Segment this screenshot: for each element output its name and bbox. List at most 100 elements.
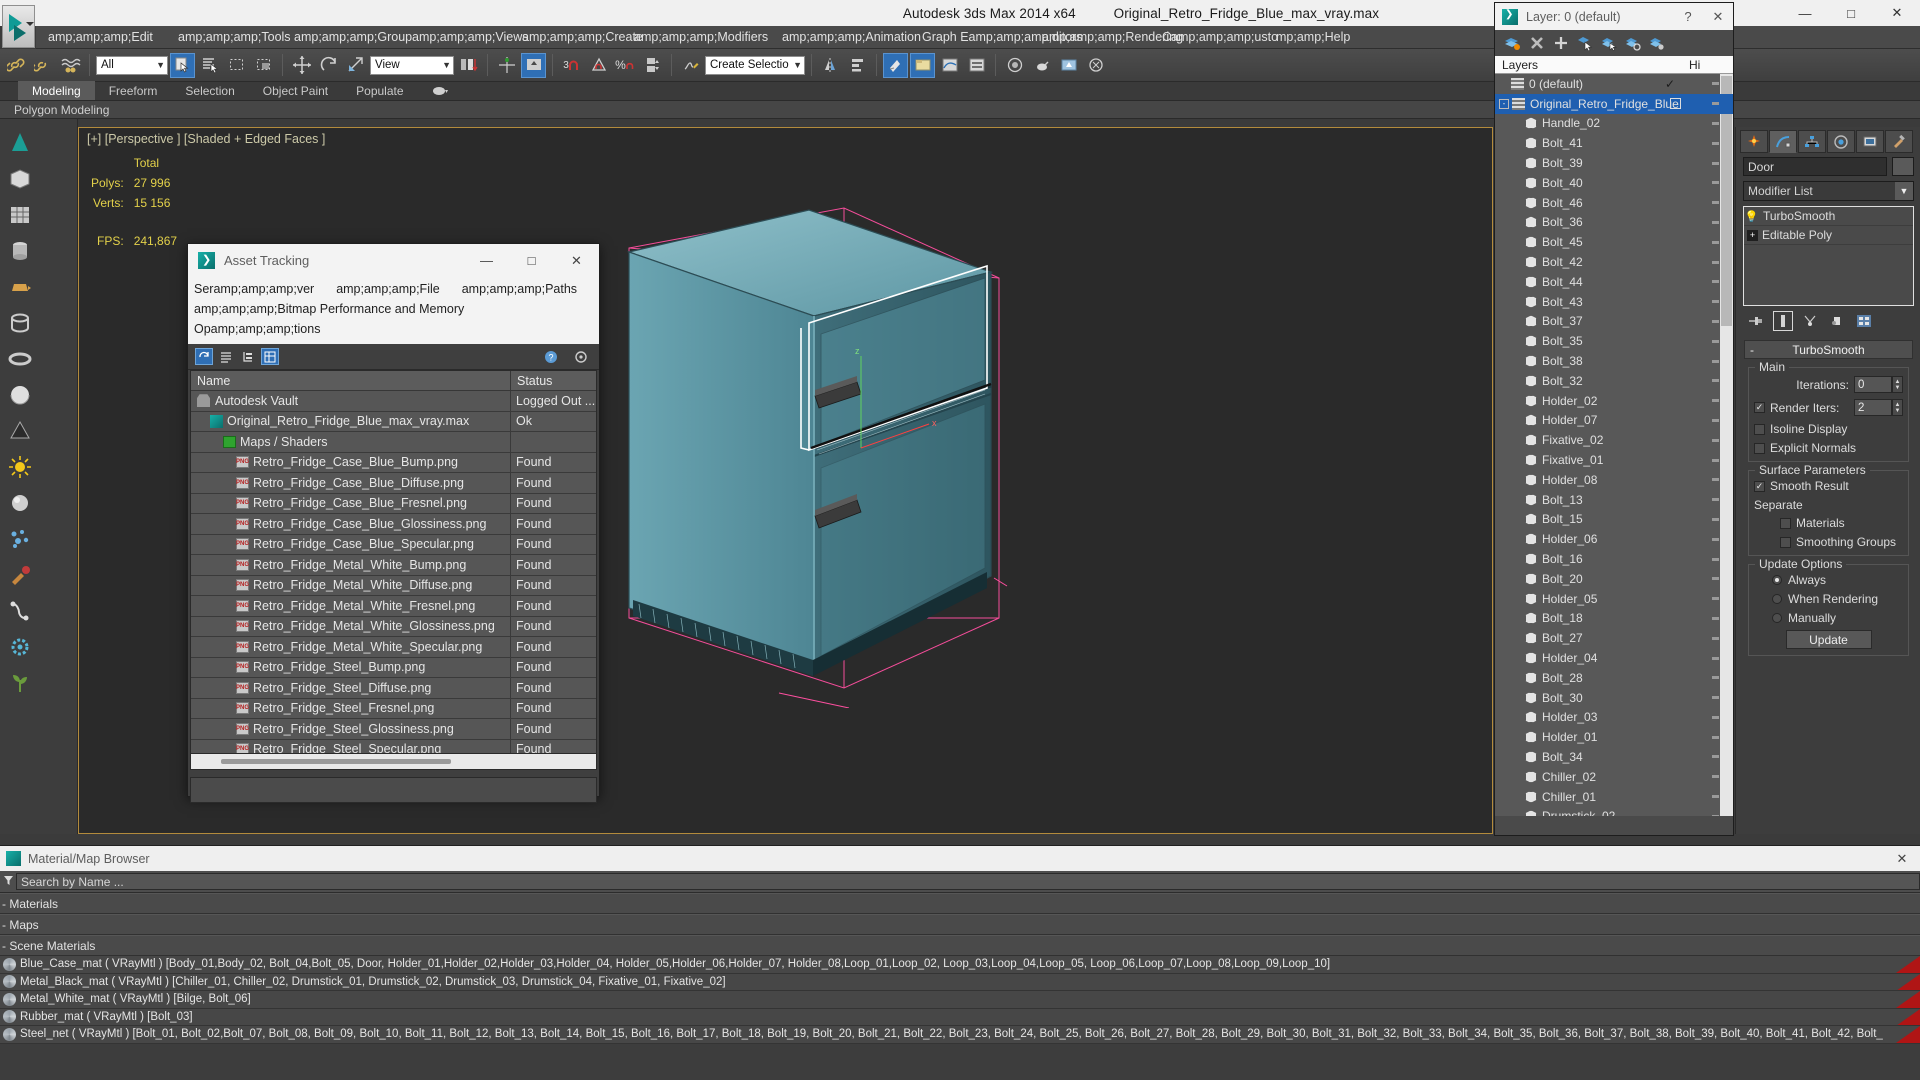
remove-modifier-icon[interactable] <box>1827 311 1847 331</box>
hide-column-cell[interactable] <box>1712 181 1719 185</box>
current-layer-check-icon[interactable]: ✓ <box>1665 77 1675 91</box>
light-icon[interactable] <box>5 452 35 482</box>
hide-column-cell[interactable] <box>1712 557 1719 561</box>
bind-spacewarp-icon[interactable] <box>58 53 83 78</box>
settings-icon[interactable] <box>572 348 590 365</box>
viewport-label[interactable]: [+] [Perspective ] [Shaded + Edged Faces… <box>87 132 325 146</box>
chevron-down-icon[interactable] <box>26 22 34 26</box>
asset-table-row[interactable]: PNG Retro_Fridge_Case_Blue_Bump.png Found <box>191 452 596 473</box>
layer-row[interactable]: Bolt_28 <box>1495 668 1733 688</box>
asset-tracking-minimize-button[interactable]: — <box>464 244 509 277</box>
modifier-stack-item-editable-poly[interactable]: + Editable Poly <box>1744 226 1913 245</box>
filter-icon[interactable] <box>0 875 16 889</box>
use-pivot-center-icon[interactable] <box>456 53 481 78</box>
layer-row[interactable]: Drumstick_02 <box>1495 806 1733 816</box>
schematic-view-icon[interactable] <box>964 53 989 78</box>
scrollbar-thumb[interactable] <box>221 759 451 764</box>
layer-row[interactable]: Bolt_18 <box>1495 609 1733 629</box>
section-materials[interactable]: - Materials <box>0 893 1920 914</box>
hide-column-cell[interactable] <box>1712 82 1719 86</box>
layer-row[interactable]: Holder_08 <box>1495 470 1733 490</box>
select-and-manipulate-icon[interactable] <box>521 52 546 78</box>
refresh-icon[interactable] <box>195 348 213 365</box>
select-and-rotate-icon[interactable] <box>316 53 341 78</box>
hide-column-cell[interactable] <box>1712 359 1719 363</box>
asset-table-row[interactable]: PNG Retro_Fridge_Case_Blue_Glossiness.png… <box>191 514 596 535</box>
iterations-input[interactable]: 0 <box>1854 376 1892 393</box>
render-iters-spinner[interactable]: ▲ ▼ <box>1892 399 1903 416</box>
column-header-layers[interactable]: Layers <box>1495 58 1689 72</box>
isoline-display-row[interactable]: Isoline Display <box>1754 422 1903 436</box>
sphere2-icon[interactable] <box>5 488 35 518</box>
select-and-move-icon[interactable] <box>289 53 314 78</box>
object-color-swatch[interactable] <box>1892 157 1914 176</box>
layer-row[interactable]: Bolt_41 <box>1495 133 1733 153</box>
select-highlighted-objects-icon[interactable] <box>1600 35 1617 52</box>
hide-column-cell[interactable] <box>1712 517 1719 521</box>
render-frame-window-icon[interactable] <box>1056 53 1081 78</box>
smooth-result-checkbox[interactable]: ✓ <box>1754 480 1765 492</box>
layer-row[interactable]: Bolt_32 <box>1495 371 1733 391</box>
layer-row[interactable]: Bolt_16 <box>1495 549 1733 569</box>
menu-item-file[interactable]: amp;amp;amp;File <box>336 279 440 299</box>
menu-item-server[interactable]: Seramp;amp;amp;ver <box>194 279 314 299</box>
menu-item-9[interactable]: Camp;amp;amp;usto <box>1158 30 1282 44</box>
bone-icon[interactable] <box>5 596 35 626</box>
layer-row[interactable]: Fixative_01 <box>1495 450 1733 470</box>
hide-column-cell[interactable] <box>1712 141 1719 145</box>
collapse-toggle-icon[interactable]: - <box>1499 98 1509 109</box>
section-maps[interactable]: - Maps <box>0 914 1920 935</box>
layer-row[interactable]: Bolt_40 <box>1495 173 1733 193</box>
hide-column-cell[interactable] <box>1712 458 1719 462</box>
layer-row[interactable]: Holder_07 <box>1495 411 1733 431</box>
hide-column-cell[interactable] <box>1712 577 1719 581</box>
menu-item-1[interactable]: amp;amp;amp;Tools <box>174 30 295 44</box>
hide-column-cell[interactable] <box>1712 280 1719 284</box>
explicit-normals-checkbox[interactable] <box>1754 442 1765 454</box>
reference-coordinate-combo[interactable]: View ▼ <box>370 55 454 75</box>
utilities-tab[interactable] <box>1885 130 1913 153</box>
material-row[interactable]: Metal_White_mat ( VRayMtl ) [Bilge, Bolt… <box>0 991 1920 1009</box>
update-always-radio[interactable] <box>1772 575 1782 585</box>
tree-view-icon[interactable] <box>239 348 257 365</box>
layer-row[interactable]: Holder_05 <box>1495 589 1733 609</box>
hide-column-cell[interactable] <box>1712 161 1719 165</box>
update-when-rendering-row[interactable]: When Rendering <box>1754 592 1903 606</box>
asset-tracking-maximize-button[interactable]: □ <box>509 244 554 277</box>
show-end-result-icon[interactable] <box>1773 311 1793 331</box>
layer-panel-close-button[interactable]: ✕ <box>1703 3 1733 30</box>
layer-row[interactable]: Bolt_15 <box>1495 510 1733 530</box>
layer-row[interactable]: Bolt_43 <box>1495 292 1733 312</box>
help-icon[interactable]: ? <box>542 348 560 365</box>
separate-materials-row[interactable]: Materials <box>1754 516 1903 530</box>
material-editor-icon[interactable] <box>1002 53 1027 78</box>
edit-named-selection-icon[interactable] <box>678 53 703 78</box>
create-tab[interactable] <box>1740 130 1768 153</box>
layer-row[interactable]: Holder_01 <box>1495 727 1733 747</box>
hide-column-cell[interactable] <box>1712 696 1719 700</box>
hide-column-cell[interactable] <box>1712 498 1719 502</box>
ribbon-more-icon[interactable] <box>418 81 462 100</box>
layer-row[interactable]: Handle_02 <box>1495 114 1733 134</box>
update-manually-row[interactable]: Manually <box>1754 611 1903 625</box>
pyramid-icon[interactable] <box>5 416 35 446</box>
hide-column-cell[interactable] <box>1712 240 1719 244</box>
ribbon-tab-object-paint[interactable]: Object Paint <box>249 81 342 100</box>
asset-table-row[interactable]: PNG Retro_Fridge_Metal_White_Fresnel.png F… <box>191 596 596 617</box>
select-by-name-icon[interactable] <box>197 53 222 78</box>
align-icon[interactable] <box>845 53 870 78</box>
add-selection-to-layer-icon[interactable] <box>1552 35 1569 52</box>
asset-table-row[interactable]: Maps / Shaders <box>191 432 596 453</box>
list-view-icon[interactable] <box>217 348 235 365</box>
hide-column-cell[interactable] <box>1712 399 1719 403</box>
render-production-icon[interactable] <box>1083 53 1108 78</box>
grid-view-icon[interactable] <box>261 348 279 365</box>
asset-table-hscrollbar[interactable] <box>190 754 597 770</box>
update-always-row[interactable]: Always <box>1754 573 1903 587</box>
material-row[interactable]: Rubber_mat ( VRayMtl ) [Bolt_03] <box>0 1008 1920 1026</box>
hide-column-cell[interactable] <box>1712 814 1719 816</box>
hide-column-cell[interactable] <box>1712 656 1719 660</box>
menu-item-5[interactable]: amp;amp;amp;Modifiers <box>630 30 772 44</box>
menu-item-0[interactable]: amp;amp;amp;Edit <box>44 30 157 44</box>
rollout-header[interactable]: - TurboSmooth <box>1744 340 1913 359</box>
